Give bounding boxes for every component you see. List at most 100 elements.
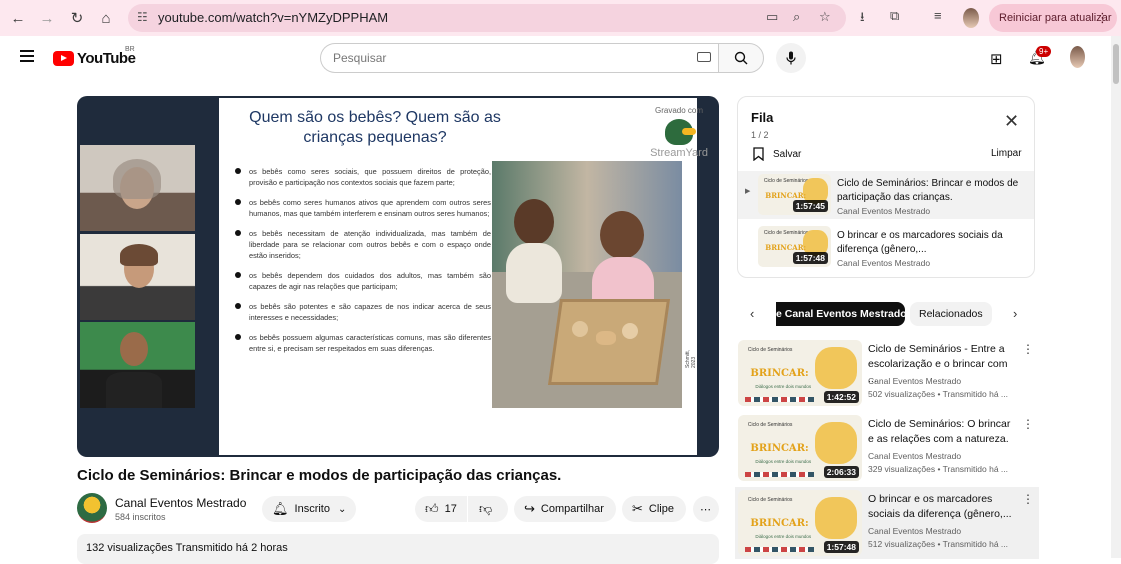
recommendation-item[interactable]: Ciclo de Seminários BRINCAR: Diálogos en… — [735, 487, 1039, 559]
page-scrollbar[interactable] — [1111, 36, 1121, 558]
clip-button[interactable]: ✂ Clipe — [622, 496, 686, 522]
browser-toolbar: ← → ↻ ⌂ ☷ youtube.com/watch?v=nYMZyDPPHA… — [0, 0, 1121, 36]
queue-item-channel: Canal Eventos Mestrado — [837, 258, 931, 268]
more-vert-icon[interactable]: ⋮ — [1022, 342, 1034, 356]
account-avatar[interactable] — [1070, 46, 1085, 68]
like-button[interactable]: 👍︎ 17 — [415, 496, 467, 522]
save-queue-button[interactable]: Salvar — [753, 147, 801, 161]
channel-avatar[interactable] — [77, 493, 107, 523]
home-icon[interactable]: ⌂ — [95, 7, 117, 29]
address-bar[interactable]: ☷ youtube.com/watch?v=nYMZyDPPHAM ▭ ⌕ ☆ — [128, 4, 846, 32]
chip-channel[interactable]: e Canal Eventos Mestrado — [776, 302, 905, 326]
browser-profile-avatar[interactable] — [963, 8, 979, 28]
menu-icon[interactable] — [20, 50, 34, 62]
update-button-label: Reiniciar para atualizar — [999, 12, 1112, 24]
more-vert-icon[interactable]: ⋮ — [1022, 492, 1034, 506]
clear-queue-button[interactable]: Limpar — [991, 148, 1022, 159]
voice-search-button[interactable] — [776, 43, 806, 73]
recommendation-meta: 502 visualizações • Transmitido há ... — [868, 389, 1008, 399]
recommendation-item[interactable]: Ciclo de Seminários BRINCAR: Diálogos en… — [735, 337, 1039, 409]
recommendation-thumbnail[interactable]: Ciclo de Seminários BRINCAR: Diálogos en… — [738, 415, 862, 481]
recommendation-title: Ciclo de Seminários: O brincar e as rela… — [868, 418, 1011, 445]
more-actions-button[interactable]: ⋯ — [693, 496, 719, 522]
update-button[interactable]: Reiniciar para atualizar ⋮ — [989, 4, 1117, 32]
queue-position: 1 / 2 — [751, 130, 769, 140]
queue-item[interactable]: Ciclo de Seminários BRINCAR: 1:57:48 O b… — [738, 223, 1034, 271]
keyboard-icon[interactable] — [697, 52, 711, 62]
thumbnail-theme: BRINCAR: — [750, 517, 809, 529]
recommendation-channel: Canal Eventos Mestrado — [868, 376, 962, 386]
youtube-logo[interactable]: YouTube BR — [53, 46, 136, 67]
recommendation-thumbnail[interactable]: Ciclo de Seminários BRINCAR: Diálogos en… — [738, 490, 862, 556]
sponsor-logos — [745, 547, 814, 553]
children-playing-photo — [492, 161, 682, 408]
cast-icon[interactable]: ▭ — [766, 9, 778, 25]
thumbnail-series: Ciclo de Seminários — [747, 421, 793, 428]
slide-title: Quem são os bebês? Quem são as crianças … — [249, 109, 501, 146]
thumbnail-theme: BRINCAR: — [765, 191, 807, 201]
chip-related[interactable]: Relacionados — [910, 302, 992, 326]
view-count-and-date: 132 visualizações Transmitido há 2 horas — [86, 542, 288, 554]
queue-thumbnail[interactable]: Ciclo de Seminários BRINCAR: 1:57:45 — [758, 174, 831, 215]
search-input[interactable]: Pesquisar — [320, 43, 720, 73]
subscribed-button[interactable]: 🔔︎ Inscrito ⌄ — [262, 496, 356, 522]
create-video-icon[interactable]: ⊞ — [990, 50, 1003, 68]
save-label: Salvar — [773, 148, 802, 160]
zoom-icon[interactable]: ⌕ — [793, 9, 800, 25]
thumbnail-series: Ciclo de Seminários — [763, 230, 809, 237]
speaker-camera-2 — [80, 234, 195, 320]
speaker-camera-1 — [80, 145, 195, 231]
search-button[interactable] — [718, 43, 764, 73]
duration-badge: 1:57:48 — [792, 252, 828, 264]
thumbnail-decoration — [814, 421, 858, 464]
forward-arrow-icon[interactable]: → — [36, 7, 58, 29]
channel-name[interactable]: Canal Eventos Mestrado — [115, 496, 246, 510]
recommendation-meta: 329 visualizações • Transmitido há ... — [868, 464, 1008, 474]
video-title: Ciclo de Seminários: Brincar e modos de … — [77, 467, 562, 484]
extensions-icon[interactable]: ⧉ — [890, 8, 899, 24]
bell-icon: 🔔︎ — [272, 501, 289, 516]
thumbnail-series: Ciclo de Seminários — [747, 346, 793, 353]
recommendation-channel: Canal Eventos Mestrado — [868, 526, 962, 536]
scrollbar-thumb[interactable] — [1113, 44, 1119, 84]
thumbnail-series: Ciclo de Seminários — [747, 496, 793, 503]
download-icon[interactable]: ⭳ — [860, 8, 865, 30]
youtube-header: YouTube BR Pesquisar ⊞ 🔔︎ 9+ — [0, 36, 1110, 80]
video-player[interactable]: Quem são os bebês? Quem são as crianças … — [77, 96, 719, 457]
duration-badge: 1:42:52 — [823, 391, 859, 403]
recommendation-meta: 512 visualizações • Transmitido há ... — [868, 539, 1008, 549]
reload-icon[interactable]: ↻ — [66, 7, 88, 29]
slide-bullet: os bebês como seres humanos ativos que a… — [233, 197, 491, 219]
url-text: youtube.com/watch?v=nYMZyDPPHAM — [158, 10, 389, 25]
sign-language-interpreter-camera — [80, 322, 195, 408]
close-icon[interactable]: ✕ — [1004, 111, 1019, 132]
share-icon: ↪ — [524, 501, 535, 516]
watermark-line: Gravado com — [654, 106, 704, 115]
sponsor-logos — [745, 397, 814, 403]
bookmark-star-icon[interactable]: ☆ — [819, 9, 831, 25]
back-arrow-icon[interactable]: ← — [7, 7, 29, 29]
media-control-icon[interactable]: ≡ — [934, 8, 942, 23]
queue-thumbnail[interactable]: Ciclo de Seminários BRINCAR: 1:57:48 — [758, 226, 831, 267]
recommendation-thumbnail[interactable]: Ciclo de Seminários BRINCAR: Diálogos en… — [738, 340, 862, 406]
site-info-icon[interactable]: ☷ — [137, 10, 148, 24]
chevron-right-icon[interactable]: › — [1013, 306, 1017, 321]
search-placeholder: Pesquisar — [333, 51, 387, 65]
chevron-left-icon[interactable]: ‹ — [750, 306, 754, 321]
dislike-button[interactable]: 👎︎ — [468, 496, 508, 522]
duration-badge: 1:57:45 — [792, 200, 828, 212]
share-button[interactable]: ↪ Compartilhar — [514, 496, 616, 522]
more-vert-icon[interactable]: ⋮ — [1096, 10, 1109, 26]
recommendation-item[interactable]: Ciclo de Seminários BRINCAR: Diálogos en… — [735, 412, 1039, 484]
clip-label: Clipe — [648, 503, 674, 515]
duck-logo-icon — [665, 119, 696, 145]
region-code: BR — [125, 46, 135, 53]
description-box[interactable]: 132 visualizações Transmitido há 2 horas — [77, 534, 719, 564]
thumbnail-subtitle: Diálogos entre dois mundos — [755, 533, 812, 539]
share-label: Compartilhar — [540, 503, 604, 515]
queue-item[interactable]: ▶ Ciclo de Seminários BRINCAR: 1:57:45 C… — [738, 171, 1034, 219]
more-vert-icon[interactable]: ⋮ — [1022, 417, 1034, 431]
like-count: 17 — [444, 503, 457, 515]
slide-bullet: os bebês possuem algumas características… — [233, 332, 491, 354]
subscribed-label: Inscrito — [294, 503, 330, 515]
